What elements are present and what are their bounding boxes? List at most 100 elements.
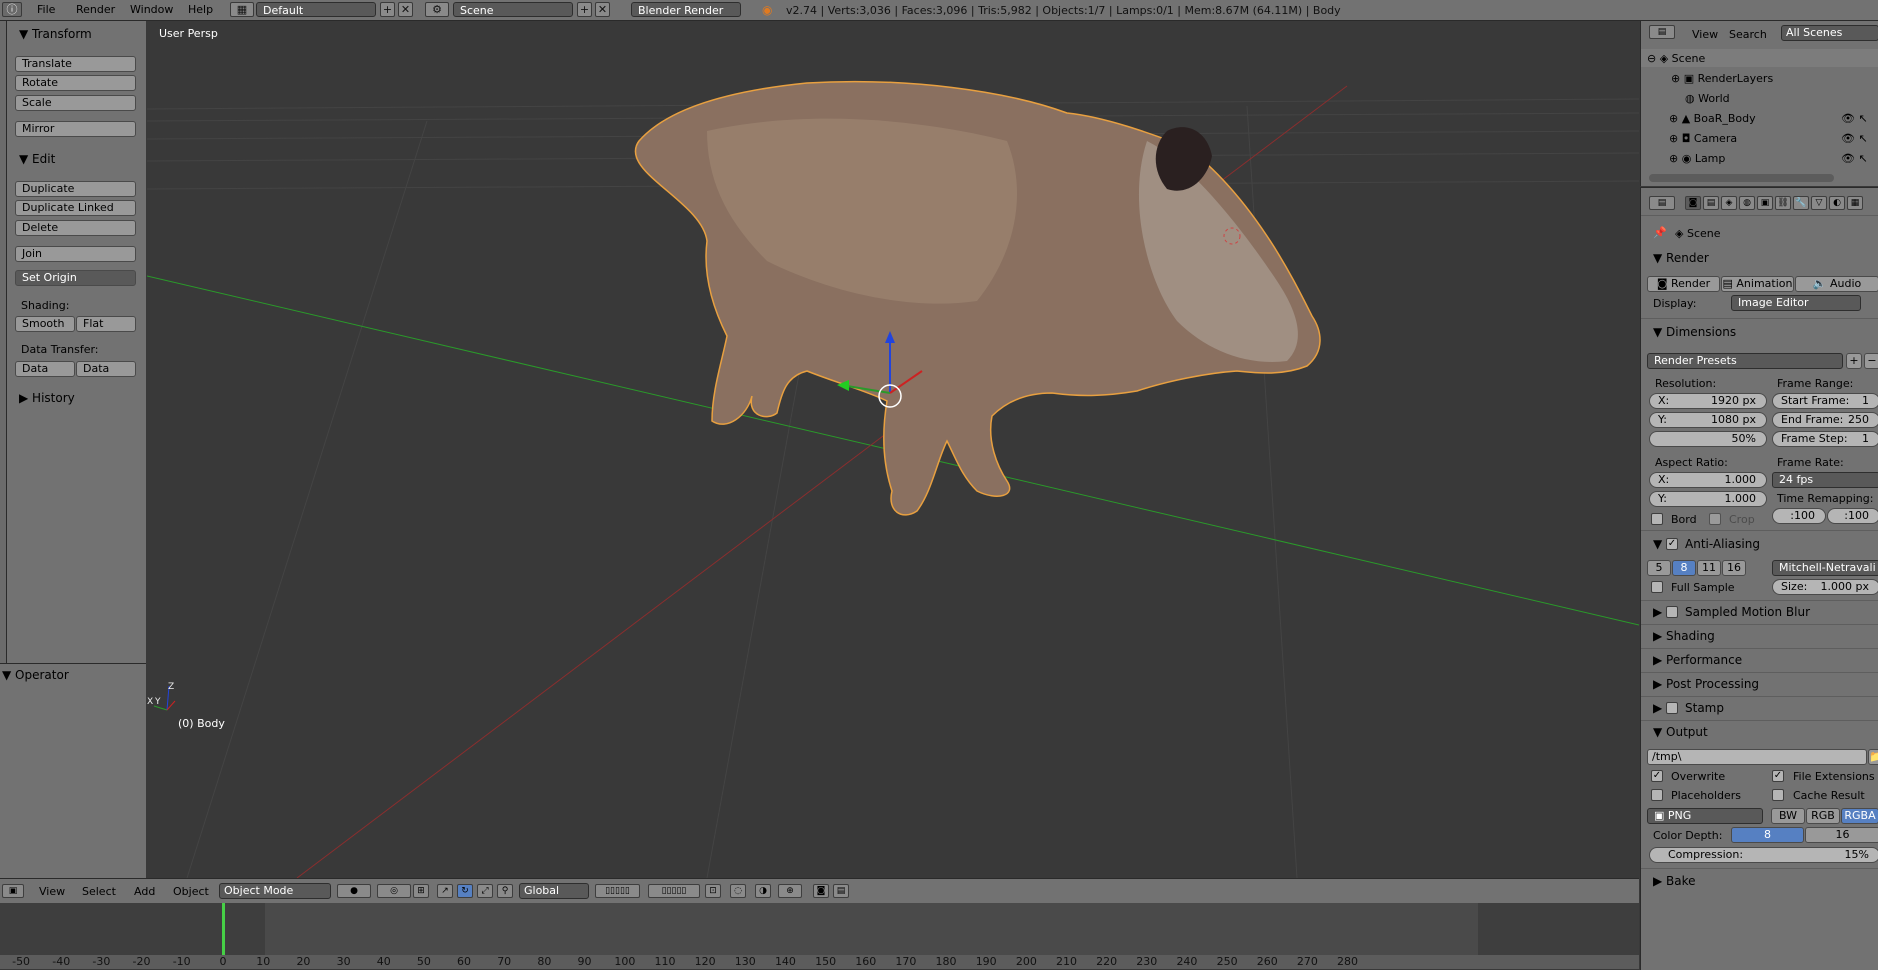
menu-help[interactable]: Help: [188, 3, 213, 16]
frame-step-field[interactable]: Frame Step: 1: [1772, 431, 1878, 447]
aa-panel-header[interactable]: ▼: [1653, 537, 1662, 551]
filter-size-field[interactable]: Size: 1.000 px: [1772, 579, 1878, 595]
editor-type-icon[interactable]: ▣: [2, 884, 24, 898]
color-depth-16[interactable]: 16: [1805, 827, 1878, 843]
aa-samples-8[interactable]: 8: [1672, 560, 1696, 576]
animation-button[interactable]: ▤ Animation: [1721, 276, 1794, 292]
output-panel-header[interactable]: ▼ Output: [1653, 725, 1708, 739]
audio-button[interactable]: 🔈 Audio: [1795, 276, 1878, 292]
color-mode-rgb[interactable]: RGB: [1806, 808, 1840, 824]
data-layout-button[interactable]: Data Layo: [76, 361, 136, 377]
outliner-filter-select[interactable]: All Scenes: [1781, 25, 1878, 41]
render-presets-select[interactable]: Render Presets: [1647, 353, 1843, 369]
outliner-item-world[interactable]: ◍ World: [1685, 92, 1730, 105]
pivot-point-icon[interactable]: ◎: [377, 884, 411, 898]
mode-select[interactable]: Object Mode: [219, 883, 331, 899]
snap-element-icon[interactable]: ⊕: [778, 884, 802, 898]
join-button[interactable]: Join: [15, 246, 136, 262]
shading-panel-header[interactable]: ▶ Shading: [1653, 629, 1715, 643]
boar-mesh[interactable]: [634, 80, 1321, 516]
add-scene-icon[interactable]: +: [577, 2, 592, 17]
remove-scene-icon[interactable]: ✕: [595, 2, 610, 17]
render-button[interactable]: ◙ Render: [1647, 276, 1720, 292]
pose-icon[interactable]: ⚲: [497, 884, 513, 898]
time-remap-old-field[interactable]: :100: [1772, 508, 1826, 524]
end-frame-field[interactable]: End Frame: 250: [1772, 412, 1878, 428]
file-extensions-checkbox[interactable]: ✓: [1772, 770, 1784, 782]
menu-window[interactable]: Window: [130, 3, 173, 16]
aa-samples-11[interactable]: 11: [1697, 560, 1721, 576]
operator-panel-header[interactable]: ▼ Operator: [2, 668, 69, 682]
snap-toggle-icon[interactable]: ◑: [755, 884, 771, 898]
add-layout-icon[interactable]: +: [380, 2, 395, 17]
performance-panel-header[interactable]: ▶ Performance: [1653, 653, 1742, 667]
transform-panel-header[interactable]: ▼ Transform: [19, 27, 92, 41]
visibility-eye-icon[interactable]: 👁 ↖: [1841, 132, 1868, 145]
outliner-menu-view[interactable]: View: [1692, 28, 1718, 41]
outliner-menu-search[interactable]: Search: [1729, 28, 1767, 41]
timeline[interactable]: [0, 903, 1639, 955]
menu-object[interactable]: Object: [173, 885, 209, 898]
aspect-y-field[interactable]: Y: 1.000: [1649, 491, 1767, 507]
menu-render[interactable]: Render: [76, 3, 115, 16]
aa-samples-16[interactable]: 16: [1722, 560, 1746, 576]
resolution-x-field[interactable]: X: 1920 px: [1649, 393, 1767, 409]
texture-tab-icon[interactable]: ▦: [1847, 196, 1863, 210]
duplicate-linked-button[interactable]: Duplicate Linked: [15, 200, 136, 216]
crop-checkbox[interactable]: [1709, 513, 1721, 525]
render-opengl-icon[interactable]: ◙: [813, 884, 829, 898]
world-tab-icon[interactable]: ◍: [1739, 196, 1755, 210]
edit-panel-header[interactable]: ▼ Edit: [19, 152, 55, 166]
transform-orientation-select[interactable]: Global: [519, 883, 589, 899]
scene-tab-icon[interactable]: ◈: [1721, 196, 1737, 210]
motion-blur-panel-header[interactable]: ▶: [1653, 605, 1662, 619]
outliner-editor-icon[interactable]: ▤: [1649, 25, 1675, 39]
display-select[interactable]: Image Editor: [1731, 295, 1861, 311]
remove-layout-icon[interactable]: ✕: [398, 2, 413, 17]
layer-lock-icon[interactable]: ⊡: [705, 884, 721, 898]
menu-view[interactable]: View: [39, 885, 65, 898]
render-animation-icon[interactable]: ▤: [833, 884, 849, 898]
add-preset-icon[interactable]: +: [1846, 353, 1862, 369]
viewport-shading-icon[interactable]: ●: [337, 884, 371, 898]
delete-button[interactable]: Delete: [15, 220, 136, 236]
dimensions-panel-header[interactable]: ▼ Dimensions: [1653, 325, 1736, 339]
layers-row-2-icon[interactable]: ▯▯▯▯▯: [648, 884, 700, 898]
pin-icon[interactable]: 📌: [1653, 226, 1667, 239]
menu-select[interactable]: Select: [82, 885, 116, 898]
scene-icon[interactable]: ⚙: [425, 2, 449, 17]
stamp-panel-header[interactable]: ▶: [1653, 701, 1662, 715]
scale-manipulator-icon[interactable]: ⤢: [477, 884, 493, 898]
visibility-eye-icon[interactable]: 👁 ↖: [1841, 152, 1868, 165]
aa-enable-checkbox[interactable]: ✓: [1666, 538, 1678, 550]
motion-blur-checkbox[interactable]: [1666, 606, 1678, 618]
timeline-ruler[interactable]: -50 -40 -30 -20 -10 0 10 20 30 40 50 60 70 80 90 100 110…: [0, 955, 1639, 969]
object-tab-icon[interactable]: ▣: [1757, 196, 1773, 210]
file-format-select[interactable]: ▣ PNG: [1647, 808, 1763, 824]
proportional-edit-icon[interactable]: ◌: [730, 884, 746, 898]
smooth-button[interactable]: Smooth: [15, 316, 75, 332]
scene-field[interactable]: Scene: [453, 2, 573, 17]
color-depth-8[interactable]: 8: [1731, 827, 1804, 843]
start-frame-field[interactable]: Start Frame: 1: [1772, 393, 1878, 409]
stamp-checkbox[interactable]: [1666, 702, 1678, 714]
screen-layout-icon[interactable]: ▦: [230, 2, 254, 17]
properties-editor-icon[interactable]: ▤: [1649, 196, 1675, 210]
outliner-scrollbar[interactable]: [1649, 174, 1834, 182]
render-layers-tab-icon[interactable]: ▤: [1703, 196, 1719, 210]
aspect-x-field[interactable]: X: 1.000: [1649, 472, 1767, 488]
data-button[interactable]: Data: [15, 361, 75, 377]
resolution-percentage-slider[interactable]: 50%: [1649, 431, 1767, 447]
outliner-item-scene[interactable]: ⊖ ◈ Scene: [1647, 52, 1705, 65]
rotate-manipulator-icon[interactable]: ↻: [457, 884, 473, 898]
history-panel-header[interactable]: ▶ History: [19, 391, 75, 405]
current-frame-marker[interactable]: [221, 903, 225, 955]
frame-rate-select[interactable]: 24 fps: [1772, 472, 1878, 488]
flat-button[interactable]: Flat: [76, 316, 136, 332]
rotate-button[interactable]: Rotate: [15, 75, 136, 91]
visibility-eye-icon[interactable]: 👁 ↖: [1841, 112, 1868, 125]
screen-layout-field[interactable]: Default: [256, 2, 376, 17]
layers-row-1-icon[interactable]: ▯▯▯▯▯: [595, 884, 640, 898]
translate-manipulator-icon[interactable]: ↗: [437, 884, 453, 898]
aa-filter-select[interactable]: Mitchell-Netravali: [1772, 560, 1878, 576]
